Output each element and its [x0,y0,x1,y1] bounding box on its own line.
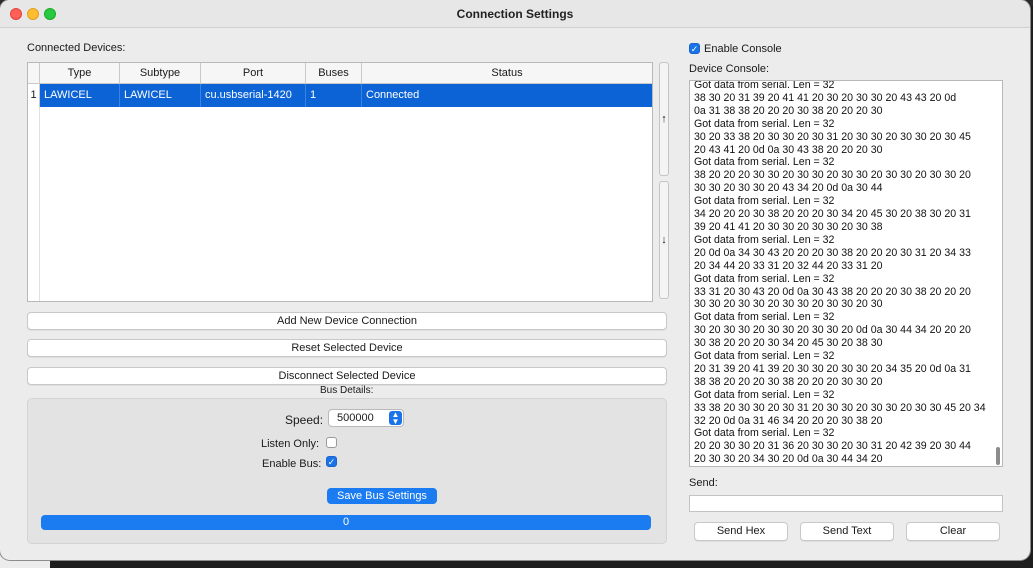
cell-subtype[interactable]: LAWICEL [120,84,201,107]
cell-type[interactable]: LAWICEL [40,84,120,107]
enable-console-label: Enable Console [704,43,782,55]
connected-devices-label: Connected Devices: [27,42,126,54]
connection-settings-window: Connection Settings Connected Devices: T… [0,0,1030,560]
move-down-button[interactable]: ↓ [659,181,669,299]
disconnect-device-button[interactable]: Disconnect Selected Device [27,367,667,385]
table-row[interactable]: 1 LAWICEL LAWICEL cu.usbserial-1420 1 Co… [28,84,652,107]
row-number: 1 [28,84,40,107]
send-label: Send: [689,477,718,489]
reset-device-button[interactable]: Reset Selected Device [27,339,667,357]
send-input[interactable] [689,495,1003,512]
column-header-port[interactable]: Port [201,63,306,83]
enable-bus-label: Enable Bus: [262,458,322,470]
stepper-chevron-icon: ▲ ▼ [389,411,402,426]
speed-label: Speed: [285,413,324,427]
column-header-subtype[interactable]: Subtype [120,63,201,83]
enable-console-checkbox[interactable]: ✓ [689,43,700,54]
checkmark-icon: ✓ [690,44,699,54]
bus-details-label: Bus Details: [320,385,374,396]
devices-table[interactable]: Type Subtype Port Buses Status 1 LAWICEL… [27,62,653,302]
speed-select[interactable]: 500000 ▲ ▼ [328,409,404,427]
listen-only-label: Listen Only: [261,438,320,450]
enable-bus-checkbox[interactable]: ✓ [326,456,337,467]
listen-only-checkbox[interactable] [326,437,337,448]
move-up-button[interactable]: ↑ [659,62,669,176]
speed-value: 500000 [337,412,374,424]
cell-buses[interactable]: 1 [306,84,362,107]
column-header-status[interactable]: Status [362,63,652,83]
row-header-column [28,107,40,301]
checkmark-icon: ✓ [327,457,336,467]
cell-status[interactable]: Connected [362,84,652,107]
console-scrollbar[interactable] [996,447,1000,465]
add-device-button[interactable]: Add New Device Connection [27,312,667,330]
bus-progress-bar: 0 [41,515,651,530]
device-console-label: Device Console: [689,63,770,75]
cell-port[interactable]: cu.usbserial-1420 [201,84,306,107]
row-number-header [28,63,40,83]
column-header-type[interactable]: Type [40,63,120,83]
clear-button[interactable]: Clear [906,522,1000,541]
window-title: Connection Settings [456,7,574,21]
send-hex-button[interactable]: Send Hex [694,522,788,541]
save-bus-settings-button[interactable]: Save Bus Settings [327,488,437,504]
console-output: Got data from serial. Len = 32 38 30 20 … [694,80,986,466]
device-console[interactable]: Got data from serial. Len = 32 38 30 20 … [689,80,1003,467]
send-text-button[interactable]: Send Text [800,522,894,541]
progress-value: 0 [342,516,350,528]
title-bar: Connection Settings [0,0,1030,28]
column-header-buses[interactable]: Buses [306,63,362,83]
table-header: Type Subtype Port Buses Status [28,63,652,84]
